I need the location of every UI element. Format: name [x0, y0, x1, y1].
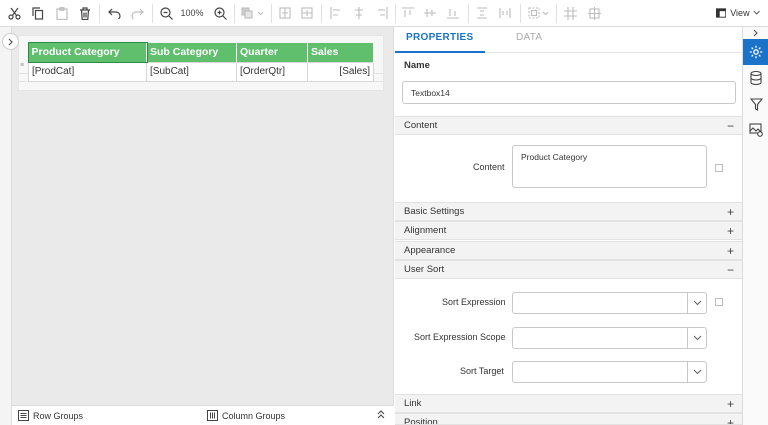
- collapse-icon: −: [726, 263, 734, 277]
- view-icon: [716, 8, 727, 18]
- content-label: Content: [473, 162, 505, 172]
- sort-target-label: Sort Target: [460, 366, 504, 376]
- column-groups-button[interactable]: Column Groups: [207, 410, 285, 421]
- align-right-icon[interactable]: [375, 5, 389, 21]
- section-position[interactable]: Position +: [395, 413, 742, 425]
- distribute-v-icon[interactable]: [300, 5, 314, 21]
- align-center-icon[interactable]: [352, 5, 366, 21]
- chevron-down-icon: [687, 293, 706, 313]
- sort-expression-dropdown[interactable]: [512, 292, 707, 314]
- grouping-bar: Row Groups Column Groups: [12, 405, 394, 425]
- section-content[interactable]: Content −: [395, 116, 742, 135]
- group-dropdown-icon[interactable]: [527, 5, 551, 21]
- align-left-icon[interactable]: [329, 5, 343, 21]
- chevron-down-icon: [687, 362, 706, 382]
- database-icon[interactable]: [743, 65, 768, 91]
- zoom-out-icon[interactable]: [158, 5, 174, 21]
- header-cell-sub-category[interactable]: Sub Category: [146, 43, 237, 62]
- cell-sales[interactable]: [Sales]: [307, 61, 374, 82]
- row-groups-button[interactable]: Row Groups: [18, 410, 83, 421]
- toolbar: 100% View: [0, 0, 768, 27]
- content-field[interactable]: Product Category: [512, 145, 707, 188]
- row-groups-label: Row Groups: [33, 410, 84, 421]
- name-label: Name: [404, 60, 430, 71]
- section-alignment[interactable]: Alignment +: [395, 221, 742, 240]
- tab-properties[interactable]: PROPERTIES: [406, 32, 473, 43]
- sort-expression-scope-dropdown[interactable]: [512, 327, 707, 349]
- section-basic-settings-label: Basic Settings: [404, 206, 465, 217]
- name-field[interactable]: Textbox14: [402, 81, 736, 104]
- header-cell-sales[interactable]: Sales: [307, 43, 374, 62]
- expand-icon: +: [726, 397, 734, 411]
- row-groups-icon: [18, 410, 29, 421]
- undo-icon[interactable]: [106, 5, 122, 21]
- left-gutter: [0, 27, 12, 425]
- cell-subcat[interactable]: [SubCat]: [146, 61, 237, 82]
- image-settings-icon[interactable]: [743, 117, 768, 143]
- section-alignment-label: Alignment: [404, 225, 447, 236]
- report-table[interactable]: Product Category Sub Category Quarter Sa…: [27, 42, 374, 82]
- collapse-panel-icon[interactable]: [743, 27, 768, 39]
- expand-icon: +: [726, 244, 734, 258]
- row-handle-icon[interactable]: ≡: [20, 62, 24, 69]
- section-user-sort-label: User Sort: [404, 264, 445, 275]
- copy-icon[interactable]: [30, 5, 46, 21]
- active-tab-indicator: [395, 51, 485, 53]
- section-basic-settings[interactable]: Basic Settings +: [395, 202, 742, 221]
- sort-expression-scope-label: Sort Expression Scope: [414, 332, 506, 342]
- column-groups-label: Column Groups: [222, 410, 286, 421]
- collapse-icon: −: [726, 119, 734, 133]
- collapse-groups-icon[interactable]: [377, 410, 385, 421]
- zoom-level[interactable]: 100%: [178, 5, 206, 21]
- expand-icon: +: [726, 205, 734, 219]
- design-surface[interactable]: ≡ Product Category Sub Category Quarter …: [0, 27, 394, 425]
- filter-icon[interactable]: [743, 91, 768, 117]
- settings-icon[interactable]: [743, 39, 768, 65]
- panel-tabs: PROPERTIES DATA: [395, 27, 742, 53]
- order-dropdown-icon[interactable]: [240, 5, 266, 21]
- sort-expression-checkbox[interactable]: [715, 298, 723, 306]
- align-top-icon[interactable]: [401, 5, 415, 21]
- expand-panel-button[interactable]: [2, 33, 19, 50]
- tab-data[interactable]: DATA: [516, 32, 542, 43]
- right-icon-strip: [742, 27, 768, 425]
- section-position-label: Position: [404, 417, 438, 425]
- align-bottom-icon[interactable]: [446, 5, 460, 21]
- view-menu[interactable]: View: [716, 5, 760, 21]
- distribute-h-icon[interactable]: [278, 5, 292, 21]
- grid-snap-icon[interactable]: [563, 5, 577, 21]
- header-cell-quarter[interactable]: Quarter: [236, 43, 308, 62]
- cell-prodcat[interactable]: [ProdCat]: [28, 61, 147, 82]
- properties-panel: PROPERTIES DATA Name Textbox14 Content −…: [395, 27, 742, 425]
- zoom-in-icon[interactable]: [212, 5, 228, 21]
- chevron-down-icon: [687, 328, 706, 348]
- sort-target-dropdown[interactable]: [512, 361, 707, 383]
- section-content-label: Content: [404, 120, 438, 131]
- section-appearance[interactable]: Appearance +: [395, 241, 742, 260]
- chevron-down-icon: [753, 10, 760, 15]
- delete-icon[interactable]: [77, 5, 93, 21]
- content-expression-checkbox[interactable]: [715, 164, 723, 172]
- align-middle-icon[interactable]: [423, 5, 437, 21]
- column-groups-icon: [207, 410, 218, 421]
- expand-icon: +: [726, 416, 734, 425]
- section-user-sort[interactable]: User Sort −: [395, 260, 742, 279]
- same-width-icon[interactable]: [498, 5, 512, 21]
- redo-icon[interactable]: [129, 5, 145, 21]
- report-body[interactable]: ≡ Product Category Sub Category Quarter …: [18, 35, 384, 91]
- grid-lines-icon[interactable]: [587, 5, 601, 21]
- view-label: View: [730, 8, 750, 18]
- cell-orderqtr[interactable]: [OrderQtr]: [236, 61, 308, 82]
- section-appearance-label: Appearance: [404, 245, 456, 256]
- same-height-icon[interactable]: [475, 5, 489, 21]
- header-cell-product-category[interactable]: Product Category: [27, 42, 148, 63]
- paste-icon[interactable]: [54, 5, 70, 21]
- cut-icon[interactable]: [6, 5, 22, 21]
- section-link[interactable]: Link +: [395, 394, 742, 413]
- chevron-right-icon: [8, 38, 13, 45]
- section-link-label: Link: [404, 398, 422, 409]
- sort-expression-label: Sort Expression: [442, 297, 506, 307]
- expand-icon: +: [726, 224, 734, 238]
